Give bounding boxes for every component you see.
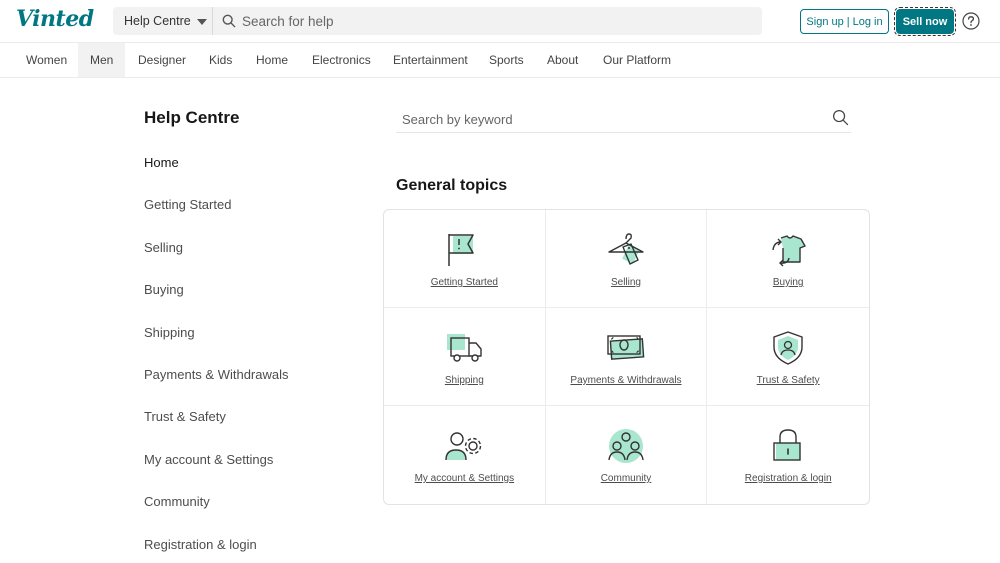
nav-about[interactable]: About: [535, 43, 590, 77]
nav-sports[interactable]: Sports: [477, 43, 536, 77]
search-icon[interactable]: [832, 109, 849, 126]
topic-trust-safety[interactable]: Trust & Safety: [707, 308, 869, 406]
help-question-icon[interactable]: [962, 12, 980, 30]
topics-grid: Getting Started Selling Buying Shipping …: [383, 209, 870, 505]
padlock-icon: [773, 429, 801, 461]
nav-men[interactable]: Men: [78, 43, 126, 77]
topic-registration[interactable]: Registration & login: [707, 406, 869, 504]
tshirt-icon: [772, 235, 806, 267]
help-centre-title: Help Centre: [144, 108, 240, 127]
sidebar-item-getting-started[interactable]: Getting Started: [144, 197, 231, 212]
topic-label[interactable]: Shipping: [384, 375, 545, 386]
keyword-search: [396, 106, 851, 133]
category-nav: Women Men Designer Kids Home Electronics…: [0, 42, 1000, 78]
search-category-label: Help Centre: [124, 14, 191, 28]
nav-our-platform[interactable]: Our Platform: [591, 43, 683, 77]
login-link[interactable]: Log in: [853, 16, 883, 28]
nav-home[interactable]: Home: [244, 43, 300, 77]
sell-now-button[interactable]: Sell now: [894, 7, 956, 36]
topic-label[interactable]: Community: [546, 473, 707, 484]
sidebar-item-registration[interactable]: Registration & login: [144, 537, 257, 552]
topic-label[interactable]: Registration & login: [707, 473, 869, 484]
topic-shipping[interactable]: Shipping: [384, 308, 546, 406]
topic-label[interactable]: Buying: [707, 277, 869, 288]
nav-kids[interactable]: Kids: [197, 43, 244, 77]
topic-community[interactable]: Community: [546, 406, 708, 504]
topic-payments[interactable]: Payments & Withdrawals: [545, 308, 708, 406]
general-topics-title: General topics: [396, 177, 508, 194]
truck-icon: [447, 334, 483, 362]
nav-designer[interactable]: Designer: [126, 43, 198, 77]
topic-selling[interactable]: Selling: [545, 210, 708, 308]
top-search-input[interactable]: [242, 13, 762, 29]
user-gear-icon: [445, 432, 482, 461]
search-category-select[interactable]: Help Centre: [113, 7, 213, 35]
sidebar-item-shipping[interactable]: Shipping: [144, 325, 195, 340]
sidebar-item-community[interactable]: Community: [144, 494, 210, 509]
topic-getting-started[interactable]: Getting Started: [384, 210, 546, 308]
top-header: Vinted Help Centre Sign up | Log in Sell…: [0, 0, 1000, 42]
banknote-icon: [607, 335, 645, 360]
signup-link[interactable]: Sign up: [806, 16, 843, 28]
topic-account-settings[interactable]: My account & Settings: [384, 406, 546, 504]
sidebar-item-home[interactable]: Home: [144, 155, 179, 170]
shield-user-icon: [773, 331, 803, 365]
sidebar-item-account-settings[interactable]: My account & Settings: [144, 452, 273, 467]
sidebar-item-trust-safety[interactable]: Trust & Safety: [144, 409, 226, 424]
nav-women[interactable]: Women: [14, 43, 79, 77]
top-search-bar: Help Centre: [113, 7, 762, 35]
topic-label[interactable]: Payments & Withdrawals: [546, 375, 707, 386]
keyword-search-input[interactable]: [402, 112, 822, 127]
vinted-logo[interactable]: Vinted: [16, 6, 94, 32]
nav-entertainment[interactable]: Entertainment: [381, 43, 480, 77]
topic-label[interactable]: Getting Started: [384, 277, 545, 288]
search-icon: [222, 14, 236, 28]
topic-label[interactable]: Trust & Safety: [707, 375, 869, 386]
chevron-down-icon: [196, 18, 207, 25]
topic-buying[interactable]: Buying: [707, 210, 869, 308]
sidebar-item-buying[interactable]: Buying: [144, 282, 184, 297]
community-icon: [608, 429, 644, 463]
nav-electronics[interactable]: Electronics: [300, 43, 383, 77]
flag-icon: [448, 234, 475, 266]
topic-label[interactable]: My account & Settings: [384, 473, 545, 484]
signup-login-button[interactable]: Sign up | Log in: [800, 9, 889, 34]
signup-separator: |: [846, 15, 850, 28]
hanger-tag-icon: [608, 233, 644, 265]
sidebar-item-selling[interactable]: Selling: [144, 240, 183, 255]
topic-label[interactable]: Selling: [546, 277, 707, 288]
sidebar-item-payments[interactable]: Payments & Withdrawals: [144, 367, 289, 382]
